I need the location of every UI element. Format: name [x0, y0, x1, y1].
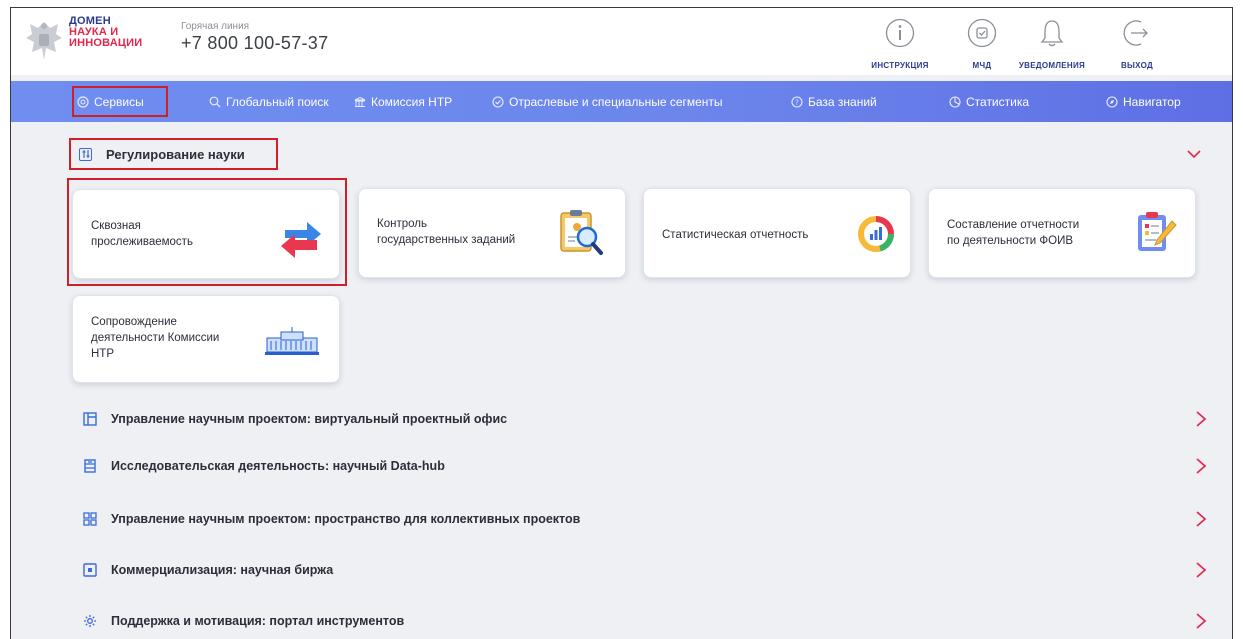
gear-icon	[84, 615, 96, 627]
list-item-label: Управление научным проектом: виртуальный…	[111, 412, 508, 426]
check-circle-icon	[492, 95, 504, 108]
chart-ring-icon	[858, 216, 895, 252]
list-item-label: Исследовательская деятельность: научный …	[111, 459, 445, 473]
nav-item-global-search[interactable]: Глобальный поиск	[209, 81, 329, 122]
card-label-line: государственных заданий	[377, 234, 516, 246]
mchd-button[interactable]: МЧД	[942, 18, 1022, 70]
list-item-label: Поддержка и мотивация: портал инструмент…	[111, 614, 405, 628]
instruction-label: ИНСТРУКЦИЯ	[871, 61, 929, 70]
card-label-line: Статистическая отчетность	[662, 229, 809, 241]
hotline-phone[interactable]: +7 800 100-57-37	[181, 33, 328, 54]
card-commission-support[interactable]: Сопровождение деятельности Комиссии НТР	[72, 295, 340, 383]
logo-line-3: ИННОВАЦИИ	[69, 37, 143, 49]
list-item-data-hub[interactable]: Исследовательская деятельность: научный …	[71, 448, 1221, 484]
clipboard-edit-icon	[1138, 212, 1177, 251]
card-label-line: НТР	[91, 348, 114, 360]
logout-button[interactable]: ВЫХОД	[1097, 18, 1177, 70]
list-item-label: Управление научным проектом: пространств…	[111, 512, 581, 526]
check-square-icon	[967, 18, 997, 48]
svg-text:?: ?	[795, 98, 799, 106]
exchange-icon	[83, 563, 97, 577]
bell-icon	[1040, 20, 1064, 47]
card-label-line: по деятельности ФОИВ	[947, 235, 1074, 247]
hotline-label: Горячая линия	[181, 21, 250, 32]
card-state-assignments[interactable]: Контроль государственных заданий	[358, 188, 626, 278]
layout-icon	[83, 412, 97, 426]
list-item-virtual-office[interactable]: Управление научным проектом: виртуальный…	[71, 401, 1221, 437]
stats-icon	[949, 95, 961, 108]
chevron-right-icon[interactable]	[1195, 613, 1207, 629]
nav-item-commission[interactable]: Комиссия НТР	[354, 81, 452, 122]
list-item-tools-portal[interactable]: Поддержка и мотивация: портал инструмент…	[71, 603, 1221, 639]
list-item-science-exchange[interactable]: Коммерциализация: научная биржа	[71, 552, 1221, 588]
government-building-icon	[265, 327, 319, 355]
list-item-label: Коммерциализация: научная биржа	[111, 563, 334, 577]
card-highlight-frame	[67, 178, 347, 286]
question-icon: ?	[791, 95, 803, 108]
section-highlight-frame	[69, 138, 278, 170]
clipboard-search-icon	[560, 210, 603, 255]
compass-icon	[1106, 95, 1118, 108]
services-highlight-frame	[72, 86, 168, 117]
nav-label-knowledge-base: База знаний	[808, 94, 877, 109]
chevron-right-icon[interactable]	[1195, 562, 1207, 578]
card-statistical-reporting[interactable]: Статистическая отчетность	[643, 188, 911, 278]
list-item-collective-projects[interactable]: Управление научным проектом: пространств…	[71, 501, 1221, 537]
notifications-button[interactable]: УВЕДОМЛЕНИЯ	[1012, 18, 1092, 70]
nav-label-statistics: Статистика	[966, 94, 1030, 109]
chevron-right-icon[interactable]	[1195, 511, 1207, 527]
card-label-line: Составление отчетности	[947, 219, 1080, 231]
chevron-right-icon[interactable]	[1195, 458, 1207, 474]
header: ДОМЕН НАУКА И ИННОВАЦИИ Горячая линия +7…	[11, 8, 1232, 75]
nav-label-commission: Комиссия НТР	[371, 94, 453, 109]
logo[interactable]: ДОМЕН НАУКА И ИННОВАЦИИ	[69, 16, 142, 49]
nav-label-global-search: Глобальный поиск	[226, 94, 329, 109]
grid-icon	[83, 512, 97, 526]
search-icon	[209, 96, 221, 107]
chevron-down-icon[interactable]	[1186, 146, 1202, 162]
app-window: ДОМЕН НАУКА И ИННОВАЦИИ Горячая линия +7…	[10, 7, 1233, 639]
notifications-label: УВЕДОМЛЕНИЯ	[1018, 61, 1086, 70]
building-icon	[354, 96, 366, 107]
nav-item-knowledge-base[interactable]: ? База знаний	[791, 81, 877, 122]
instruction-button[interactable]: ИНСТРУКЦИЯ	[860, 18, 940, 70]
card-label-line: Сопровождение	[91, 316, 177, 328]
main-nav: Сервисы Глобальный поиск Комиссия НТР От…	[11, 81, 1232, 122]
logout-label: ВЫХОД	[1120, 61, 1154, 70]
nav-item-segments[interactable]: Отраслевые и специальные сегменты	[492, 81, 723, 122]
nav-item-navigator[interactable]: Навигатор	[1106, 81, 1181, 122]
nav-item-statistics[interactable]: Статистика	[949, 81, 1029, 122]
logout-icon	[1123, 20, 1148, 46]
nav-label-segments: Отраслевые и специальные сегменты	[509, 94, 723, 109]
info-icon	[885, 18, 915, 48]
nav-label-navigator: Навигатор	[1123, 94, 1181, 109]
card-label-line: Контроль	[377, 218, 427, 230]
mchd-label: МЧД	[972, 61, 992, 70]
database-icon	[84, 459, 96, 473]
card-foiv-reporting[interactable]: Составление отчетности по деятельности Ф…	[928, 188, 1196, 278]
coat-of-arms-icon	[26, 22, 62, 60]
chevron-right-icon[interactable]	[1195, 411, 1207, 427]
card-label-line: деятельности Комиссии	[91, 332, 220, 344]
